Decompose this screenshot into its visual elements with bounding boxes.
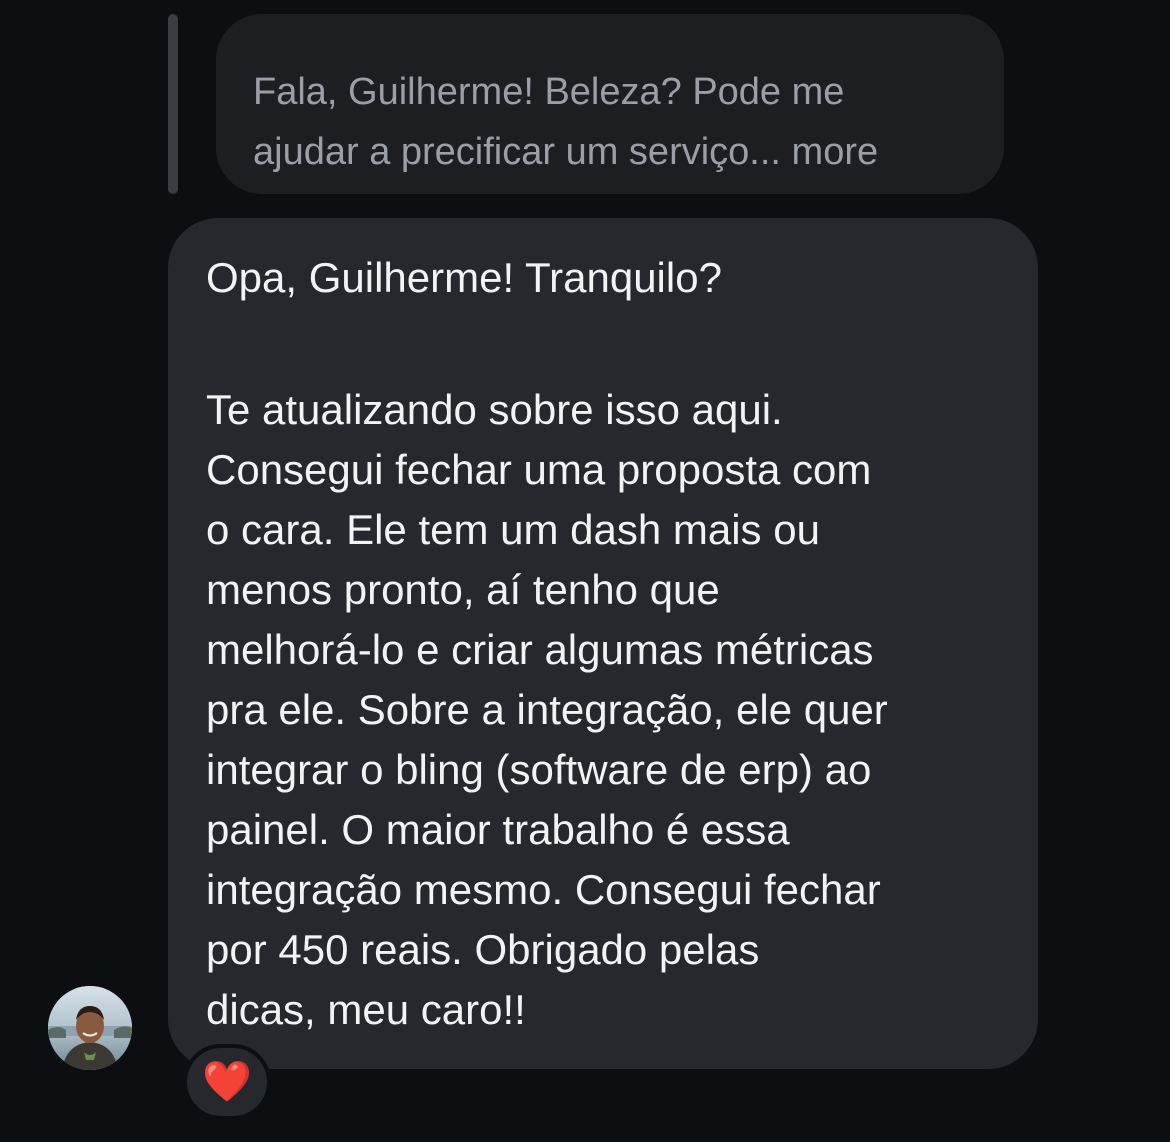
message-line: pra ele. Sobre a integração, ele quer (206, 686, 888, 733)
profile-photo-avatar-icon (48, 986, 132, 1070)
message-line: dicas, meu caro!! (206, 986, 526, 1033)
sender-avatar[interactable] (48, 986, 132, 1070)
quoted-message-body: Fala, Guilherme! Beleza? Pode me ajudar … (253, 71, 845, 173)
message-line: integração mesmo. Consegui fechar (206, 866, 881, 913)
red-heart-icon: ❤️ (202, 1059, 252, 1105)
message-line: menos pronto, aí tenho que (206, 566, 720, 613)
message-bubble[interactable]: Opa, Guilherme! Tranquilo? Te atualizand… (168, 218, 1038, 1069)
message-greeting: Opa, Guilherme! Tranquilo? (206, 254, 722, 301)
reaction-badge[interactable]: ❤️ (183, 1044, 271, 1120)
message-line: melhorá-lo e criar algumas métricas (206, 626, 874, 673)
reply-indicator-bar (168, 14, 178, 194)
message-line: painel. O maior trabalho é essa (206, 806, 790, 853)
quoted-message-bubble[interactable]: Fala, Guilherme! Beleza? Pode me ajudar … (216, 14, 1004, 194)
message-line: integrar o bling (software de erp) ao (206, 746, 872, 793)
message-paragraph-gap (206, 308, 1008, 380)
quoted-message-text: Fala, Guilherme! Beleza? Pode me ajudar … (253, 62, 968, 182)
message-line: Te atualizando sobre isso aqui. (206, 386, 783, 433)
message-line: Consegui fechar uma proposta com (206, 446, 872, 493)
message-line: por 450 reais. Obrigado pelas (206, 926, 760, 973)
more-link[interactable]: more (792, 131, 879, 173)
message-line: o cara. Ele tem um dash mais ou (206, 506, 820, 553)
